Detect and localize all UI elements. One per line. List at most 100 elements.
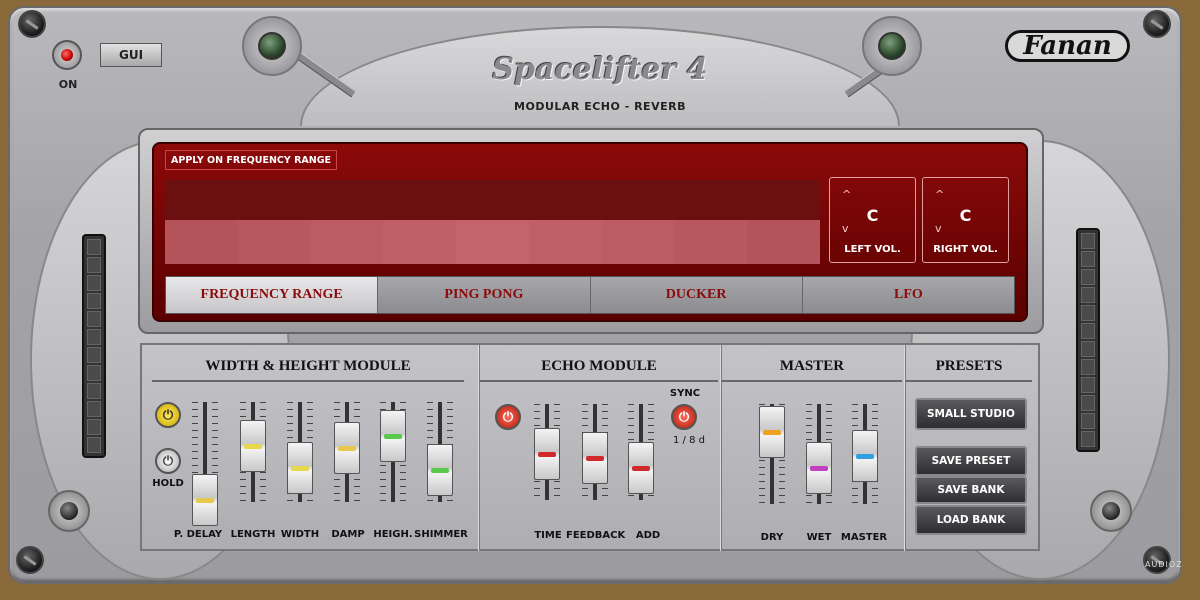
frequency-band[interactable] xyxy=(165,220,238,264)
fader-cap[interactable] xyxy=(287,442,313,494)
fader-label-time: TIME xyxy=(534,530,562,541)
cap-stripe xyxy=(384,434,402,439)
frequency-band[interactable] xyxy=(456,220,529,264)
power-label: ON xyxy=(58,78,78,91)
fader-cap[interactable] xyxy=(582,432,608,484)
left-volume-box[interactable]: ^ C v LEFT VOL. xyxy=(829,177,916,263)
fader-label-master: MASTER xyxy=(840,532,888,543)
master-title: MASTER xyxy=(722,358,902,382)
left-level-meter xyxy=(82,234,106,458)
frequency-band[interactable] xyxy=(528,220,602,264)
tab-lfo[interactable]: LFO xyxy=(802,277,1014,313)
fader-time[interactable] xyxy=(532,404,562,500)
fader-label-shimmer: SHIMMER xyxy=(414,529,468,540)
hold-label: HOLD xyxy=(152,478,184,489)
fader-label-dry: DRY xyxy=(760,532,784,543)
fader-length[interactable] xyxy=(238,402,268,502)
volume-down-icon[interactable]: v xyxy=(842,222,849,235)
spectrum-area[interactable] xyxy=(165,180,820,220)
fader-feedback[interactable] xyxy=(580,404,610,500)
right-volume-label: RIGHT VOL. xyxy=(933,244,998,255)
frequency-band[interactable] xyxy=(747,220,821,264)
cap-stripe xyxy=(763,430,781,435)
fader-wet[interactable] xyxy=(804,404,834,504)
fader-label-width: WIDTH xyxy=(280,529,320,540)
gui-button[interactable]: GUI xyxy=(100,43,162,67)
fader-cap[interactable] xyxy=(427,444,453,496)
tab-frequency-range[interactable]: FREQUENCY RANGE xyxy=(166,277,379,313)
plugin-title: Spacelifter 4 xyxy=(492,52,708,87)
watermark: AUDIOZ xyxy=(1145,560,1183,569)
fader-cap[interactable] xyxy=(334,422,360,474)
volume-up-icon[interactable]: ^ xyxy=(935,188,944,201)
fader-cap[interactable] xyxy=(192,474,218,526)
screw-icon xyxy=(1143,10,1171,38)
fader-add[interactable] xyxy=(626,404,656,500)
save-bank-button[interactable]: SAVE BANK xyxy=(915,476,1027,504)
tab-ping-pong[interactable]: PING PONG xyxy=(378,277,591,313)
lamp-lens-icon xyxy=(878,32,906,60)
hold-button[interactable]: ⏻ xyxy=(155,448,181,474)
volume-down-icon[interactable]: v xyxy=(935,222,942,235)
frequency-band[interactable] xyxy=(601,220,675,264)
fader-cap[interactable] xyxy=(628,442,654,494)
screw-icon xyxy=(16,546,44,574)
cap-stripe xyxy=(856,454,874,459)
echo-title: ECHO MODULE xyxy=(480,358,718,382)
cap-stripe xyxy=(196,498,214,503)
left-volume-label: LEFT VOL. xyxy=(844,244,901,255)
fader-label-damp: DAMP xyxy=(331,529,365,540)
fader-master[interactable] xyxy=(850,404,880,504)
fader-label-height: HEIGH. xyxy=(373,529,413,540)
echo-power-button[interactable]: ⏻ xyxy=(495,404,521,430)
cap-stripe xyxy=(431,468,449,473)
sync-button[interactable]: ⏻ xyxy=(671,404,697,430)
frequency-band[interactable] xyxy=(674,220,748,264)
fader-cap[interactable] xyxy=(806,442,832,494)
frequency-band[interactable] xyxy=(383,220,457,264)
fader-cap[interactable] xyxy=(852,430,878,482)
fader-p-delay[interactable] xyxy=(190,402,220,526)
width-height-power-button[interactable]: ⏻ xyxy=(155,402,181,428)
width-height-title: WIDTH & HEIGHT MODULE xyxy=(152,358,464,382)
cap-stripe xyxy=(538,452,556,457)
module-tabs: FREQUENCY RANGE PING PONG DUCKER LFO xyxy=(165,276,1015,314)
cap-stripe xyxy=(244,444,262,449)
cap-stripe xyxy=(632,466,650,471)
sync-label: SYNC xyxy=(669,388,701,399)
cap-stripe xyxy=(291,466,309,471)
frequency-band[interactable] xyxy=(310,220,384,264)
save-preset-button[interactable]: SAVE PRESET xyxy=(915,446,1027,476)
cap-stripe xyxy=(586,456,604,461)
fader-dry[interactable] xyxy=(757,404,787,504)
cap-stripe xyxy=(810,466,828,471)
fader-label-wet: WET xyxy=(806,532,832,543)
fader-label-feedback: FEEDBACK xyxy=(566,530,626,541)
right-knob-icon xyxy=(1090,490,1132,532)
fader-cap[interactable] xyxy=(534,428,560,480)
antenna-lamp-right xyxy=(862,16,922,76)
brand-logo: Fanan xyxy=(1005,30,1130,62)
fader-shimmer[interactable] xyxy=(425,402,455,502)
presets-title: PRESETS xyxy=(906,358,1032,382)
volume-up-icon[interactable]: ^ xyxy=(842,188,851,201)
sync-value[interactable]: 1 / 8 d xyxy=(664,435,714,446)
fader-cap[interactable] xyxy=(380,410,406,462)
frequency-band[interactable] xyxy=(237,220,311,264)
load-bank-button[interactable]: LOAD BANK xyxy=(915,505,1027,535)
fader-damp[interactable] xyxy=(332,402,362,502)
fader-width[interactable] xyxy=(285,402,315,502)
frequency-bands[interactable] xyxy=(165,220,821,264)
fader-cap[interactable] xyxy=(240,420,266,472)
fader-label-length: LENGTH xyxy=(230,529,276,540)
preset-selector-button[interactable]: SMALL STUDIO xyxy=(915,398,1027,430)
left-knob-icon xyxy=(48,490,90,532)
power-button[interactable] xyxy=(52,40,82,70)
tab-ducker[interactable]: DUCKER xyxy=(590,277,803,313)
lamp-lens-icon xyxy=(258,32,286,60)
antenna-lamp-left xyxy=(242,16,302,76)
right-volume-box[interactable]: ^ C v RIGHT VOL. xyxy=(922,177,1009,263)
fader-height[interactable] xyxy=(378,402,408,502)
fader-cap[interactable] xyxy=(759,406,785,458)
right-level-meter xyxy=(1076,228,1100,452)
